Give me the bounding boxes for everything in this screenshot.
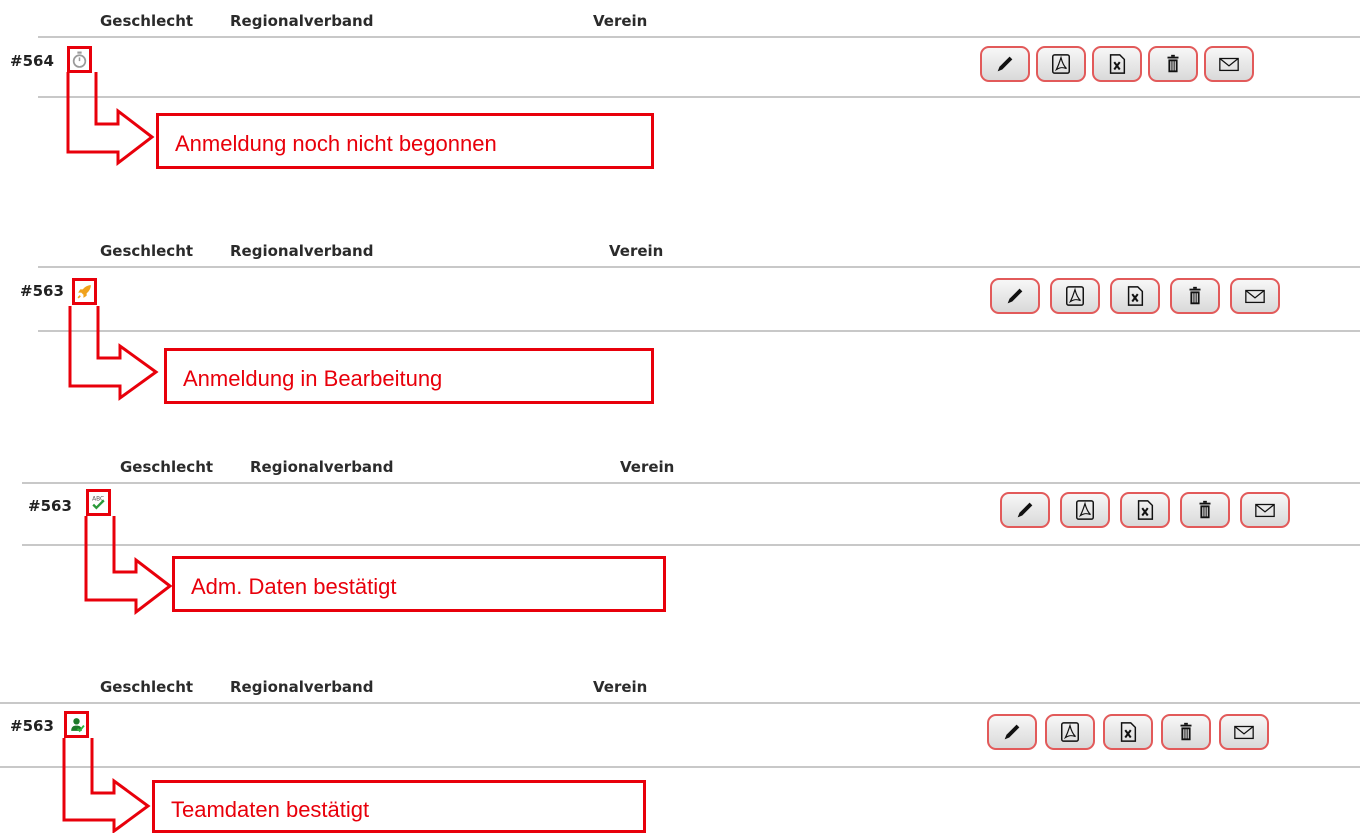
callout-arrow [62,738,151,833]
status-callout: Teamdaten bestätigt [152,780,646,833]
